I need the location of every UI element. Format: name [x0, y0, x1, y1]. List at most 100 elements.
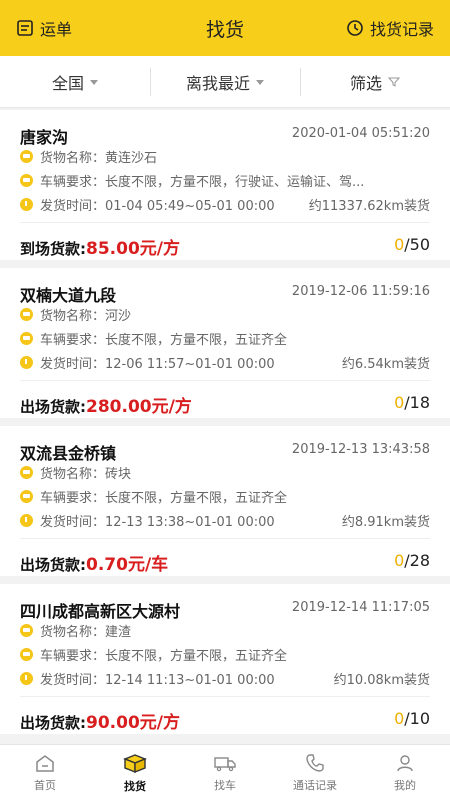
card-goods-row: 货物名称：河沙	[20, 304, 430, 324]
card-ship: 发货时间：01-04 05:49~05-01 00:00	[40, 198, 275, 214]
card-divider	[20, 222, 430, 223]
card-place: 四川成都高新区大源村	[20, 602, 181, 621]
card-vehicle-row: 车辆要求：长度不限，方量不限，五证齐全	[20, 328, 430, 348]
card-count-current: 0	[394, 235, 405, 254]
message-icon	[20, 489, 33, 503]
tab-find-goods-label: 找货	[124, 779, 146, 793]
filter-region-label: 全国	[51, 73, 84, 93]
card-time: 2019-12-14 11:17:05	[291, 600, 430, 615]
card-count-current: 0	[394, 551, 405, 570]
clock-icon	[346, 19, 364, 37]
card-time: 2020-01-04 05:51:20	[291, 126, 430, 141]
card-count-total: /18	[404, 393, 430, 412]
filter-screen-label: 筛选	[349, 73, 382, 93]
card-ship: 发货时间：12-06 11:57~01-01 00:00	[40, 356, 275, 372]
message-icon	[20, 331, 33, 345]
caret-down-icon	[90, 80, 98, 85]
card-price: 出场货款:0.70元/车	[20, 550, 168, 575]
phone-icon	[305, 753, 325, 773]
card-divider	[20, 380, 430, 381]
goods-card[interactable]: 双流县金桥镇 2019-12-13 13:43:58 货物名称：砖块 车辆要求：…	[0, 426, 450, 576]
filter-region[interactable]: 全国	[0, 56, 150, 107]
card-price: 出场货款:90.00元/方	[20, 708, 180, 733]
message-icon	[20, 623, 33, 637]
card-goods: 货物名称：砖块	[40, 466, 132, 482]
goods-card[interactable]: 唐家沟 2020-01-04 05:51:20 货物名称：黄连沙石 车辆要求：长…	[0, 110, 450, 260]
card-vehicle-row: 车辆要求：长度不限，方量不限，行驶证、运输证、驾...	[20, 170, 430, 190]
clock-icon	[20, 513, 33, 527]
card-divider	[20, 538, 430, 539]
top-bar: 运单 找货 找货记录	[0, 0, 450, 56]
clock-icon	[20, 671, 33, 685]
card-vehicle: 车辆要求：长度不限，方量不限，五证齐全	[40, 490, 288, 506]
bottom-tab-bar: 首页 找货 找车 通话记录 我的	[0, 744, 450, 800]
home-icon	[34, 753, 56, 773]
message-icon	[20, 647, 33, 661]
card-price-label: 出场货款:	[20, 714, 86, 732]
card-count-current: 0	[394, 709, 405, 728]
card-price-amount: 90.00元/方	[86, 713, 180, 733]
card-count: 0/10	[394, 709, 430, 728]
card-goods-row: 货物名称：黄连沙石	[20, 146, 430, 166]
card-count-total: /28	[404, 551, 430, 570]
card-distance: 约8.91km装货	[341, 514, 430, 530]
tab-find-goods[interactable]: 找货	[90, 745, 180, 800]
card-vehicle-row: 车辆要求：长度不限，方量不限，五证齐全	[20, 486, 430, 506]
caret-down-icon	[256, 80, 264, 85]
card-place: 双流县金桥镇	[20, 444, 117, 463]
tab-call-log[interactable]: 通话记录	[270, 745, 360, 800]
tab-find-truck[interactable]: 找车	[180, 745, 270, 800]
card-price-label: 到场货款:	[20, 240, 86, 258]
card-distance: 约6.54km装货	[341, 356, 430, 372]
card-ship: 发货时间：12-13 13:38~01-01 00:00	[40, 514, 275, 530]
tab-call-log-label: 通话记录	[293, 778, 337, 792]
card-count: 0/50	[394, 235, 430, 254]
card-vehicle-row: 车辆要求：长度不限，方量不限，五证齐全	[20, 644, 430, 664]
filter-sort[interactable]: 离我最近	[150, 56, 300, 107]
truck-icon	[213, 753, 237, 773]
card-ship-row: 发货时间：01-04 05:49~05-01 00:00 约11337.62km…	[20, 194, 430, 214]
card-price-label: 出场货款:	[20, 556, 86, 574]
tab-home-label: 首页	[34, 778, 56, 792]
clock-icon	[20, 355, 33, 369]
card-distance: 约10.08km装货	[333, 672, 430, 688]
tab-mine[interactable]: 我的	[360, 745, 450, 800]
card-vehicle: 车辆要求：长度不限，方量不限，五证齐全	[40, 648, 288, 664]
card-count-total: /10	[404, 709, 430, 728]
card-count-total: /50	[404, 235, 430, 254]
card-distance: 约11337.62km装货	[308, 198, 430, 214]
card-goods: 货物名称：建渣	[40, 624, 132, 640]
card-ship-row: 发货时间：12-14 11:13~01-01 00:00 约10.08km装货	[20, 668, 430, 688]
goods-card[interactable]: 四川成都高新区大源村 2019-12-14 11:17:05 货物名称：建渣 车…	[0, 584, 450, 734]
card-price-label: 出场货款:	[20, 398, 86, 416]
card-goods: 货物名称：河沙	[40, 308, 132, 324]
card-place: 双楠大道九段	[20, 286, 117, 305]
card-vehicle: 车辆要求：长度不限，方量不限，五证齐全	[40, 332, 288, 348]
card-goods-row: 货物名称：建渣	[20, 620, 430, 640]
card-ship: 发货时间：12-14 11:13~01-01 00:00	[40, 672, 275, 688]
clock-icon	[20, 197, 33, 211]
tab-home[interactable]: 首页	[0, 745, 90, 800]
find-goods-record-label: 找货记录	[369, 20, 434, 39]
filter-bar: 全国 离我最近 筛选	[0, 56, 450, 108]
box-icon	[122, 752, 148, 774]
card-divider	[20, 696, 430, 697]
message-icon	[20, 307, 33, 321]
card-count: 0/18	[394, 393, 430, 412]
find-goods-record-button[interactable]: 找货记录	[346, 16, 434, 40]
card-goods-row: 货物名称：砖块	[20, 462, 430, 482]
card-goods: 货物名称：黄连沙石	[40, 150, 158, 166]
filter-screen[interactable]: 筛选	[300, 56, 450, 107]
card-price: 出场货款:280.00元/方	[20, 392, 192, 417]
message-icon	[20, 173, 33, 187]
card-time: 2019-12-13 13:43:58	[291, 442, 430, 457]
card-price-amount: 0.70元/车	[86, 555, 169, 575]
card-place: 唐家沟	[20, 128, 69, 147]
card-price-amount: 85.00元/方	[86, 239, 180, 259]
tab-find-truck-label: 找车	[214, 778, 236, 792]
card-time: 2019-12-06 11:59:16	[291, 284, 430, 299]
funnel-icon	[388, 76, 400, 88]
card-count: 0/28	[394, 551, 430, 570]
goods-card[interactable]: 双楠大道九段 2019-12-06 11:59:16 货物名称：河沙 车辆要求：…	[0, 268, 450, 418]
filter-sort-label: 离我最近	[185, 73, 250, 93]
